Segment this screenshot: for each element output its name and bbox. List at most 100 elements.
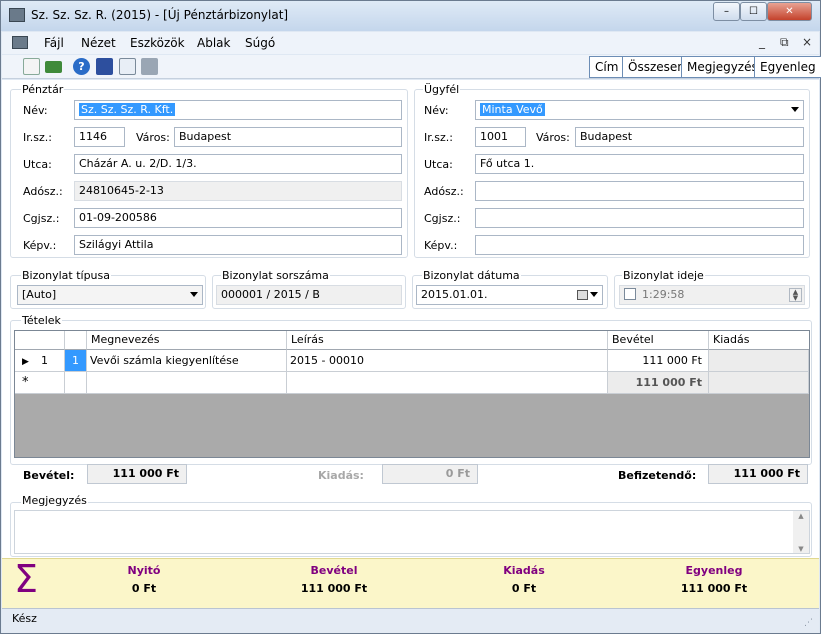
- grid-header-leiras[interactable]: Leírás: [287, 331, 608, 350]
- window-title: Sz. Sz. Sz. R. (2015) - [Új Pénztárbizon…: [31, 8, 289, 22]
- ugyfel-nev-combo[interactable]: Minta Vevő: [475, 100, 804, 120]
- save-icon[interactable]: [96, 58, 113, 75]
- chevron-down-icon[interactable]: [791, 107, 799, 112]
- minimize-button[interactable]: –: [713, 2, 740, 21]
- chevron-down-icon[interactable]: [590, 292, 598, 297]
- bizonylat-ido-field: 1:29:58 ▲ ▼: [619, 285, 805, 305]
- penztar-utca-label: Utca:: [23, 158, 52, 171]
- menu-fajl[interactable]: Fájl: [44, 36, 64, 50]
- mdi-minimize-button[interactable]: _: [759, 35, 765, 49]
- cell-leiras[interactable]: 2015 - 00010: [287, 350, 608, 372]
- grid-header-bevetel[interactable]: Bevétel: [608, 331, 709, 350]
- bizonylat-tipus-combo[interactable]: [Auto]: [17, 285, 203, 305]
- bizonylat-datum-field[interactable]: 2015.01.01.: [416, 285, 603, 305]
- menu-nezet[interactable]: Nézet: [81, 36, 116, 50]
- time-spinner[interactable]: ▲ ▼: [789, 288, 802, 302]
- menu-eszkozok[interactable]: Eszközök: [130, 36, 185, 50]
- megjegyzes-label: Megjegyzés: [21, 494, 88, 507]
- ugyfel-adosz-label: Adósz.:: [424, 185, 464, 198]
- app-window: Sz. Sz. Sz. R. (2015) - [Új Pénztárbizon…: [0, 0, 821, 634]
- bizonylat-ido-value: 1:29:58: [642, 288, 685, 301]
- penztar-cgjsz-field[interactable]: 01-09-200586: [74, 208, 402, 228]
- tetelek-grid: Megnevezés Leírás Bevétel Kiadás ▶ 1 1 Ve…: [14, 330, 810, 458]
- total-kiadas-cell: [709, 372, 809, 394]
- footer-egyenleg-value: 111 000 Ft: [680, 582, 748, 595]
- mdi-close-button[interactable]: ×: [802, 35, 812, 49]
- menu-bar: Fájl Nézet Eszközök Ablak Súgó _ ⧉ ×: [2, 32, 819, 54]
- ugyfel-kepv-field[interactable]: [475, 235, 804, 255]
- row-index-cell[interactable]: 1: [65, 350, 87, 372]
- penztar-kepv-field[interactable]: Szilágyi Attila: [74, 235, 402, 255]
- status-text: Kész: [12, 612, 37, 625]
- cell-megnevezes[interactable]: Vevői számla kiegyenlítése: [87, 350, 287, 372]
- bizonylat-sorszam-field: 000001 / 2015 / B: [216, 285, 402, 305]
- ugyfel-irsz-label: Ir.sz.:: [424, 131, 453, 144]
- new-row-index-cell[interactable]: [65, 372, 87, 394]
- bizonylat-tipus-label: Bizonylat típusa: [21, 269, 111, 282]
- bizonylat-datum-value: 2015.01.01.: [421, 288, 488, 301]
- bizonylat-tipus-value: [Auto]: [22, 288, 57, 301]
- megjegyzes-textarea[interactable]: [14, 510, 810, 554]
- mdi-child-icon[interactable]: [12, 36, 28, 49]
- new-document-icon[interactable]: [23, 58, 40, 75]
- new-row-marker[interactable]: *: [15, 372, 65, 394]
- maximize-button[interactable]: ☐: [740, 2, 767, 21]
- table-row[interactable]: ▶ 1: [15, 350, 65, 372]
- ugyfel-utca-label: Utca:: [424, 158, 453, 171]
- print-preview-icon[interactable]: [119, 58, 136, 75]
- ugyfel-cgjsz-field[interactable]: [475, 208, 804, 228]
- mdi-restore-button[interactable]: ⧉: [780, 35, 789, 50]
- new-cell-megnevezes[interactable]: [87, 372, 287, 394]
- toolbar-cim-button[interactable]: Cím: [589, 56, 625, 78]
- menu-ablak[interactable]: Ablak: [197, 36, 230, 50]
- totals-bevetel-label: Bevétel:: [23, 469, 75, 482]
- footer-kiadas-value: 0 Ft: [511, 582, 537, 595]
- grid-header-kiadas[interactable]: Kiadás: [709, 331, 809, 350]
- penztar-irsz-label: Ir.sz.:: [23, 131, 52, 144]
- ugyfel-adosz-field[interactable]: [475, 181, 804, 201]
- penztar-irsz-field[interactable]: 1146: [74, 127, 125, 147]
- help-icon[interactable]: ?: [73, 58, 90, 75]
- close-button[interactable]: ✕: [767, 2, 812, 21]
- ugyfel-nev-value: Minta Vevő: [480, 103, 545, 116]
- penztar-varos-field[interactable]: Budapest: [174, 127, 402, 147]
- cell-kiadas[interactable]: [709, 350, 809, 372]
- penztar-nev-label: Név:: [23, 104, 48, 117]
- ugyfel-nev-label: Név:: [424, 104, 449, 117]
- footer-nyito-label: Nyitó: [127, 564, 161, 577]
- penztar-nev-field[interactable]: Sz. Sz. Sz. R. Kft.: [74, 100, 402, 120]
- ugyfel-utca-field[interactable]: Fő utca 1.: [475, 154, 804, 174]
- penztar-cgjsz-label: Cgjsz.:: [23, 212, 60, 225]
- toolbar-megjegyzes-button[interactable]: Megjegyzés: [681, 56, 764, 78]
- toolbar: ? Cím Összesen Megjegyzés Egyenleg: [2, 55, 821, 79]
- cash-register-icon: [9, 8, 25, 22]
- totals-kiadas-label: Kiadás:: [318, 469, 364, 482]
- megjegyzes-scrollbar[interactable]: ▲ ▼: [793, 511, 809, 553]
- bizonylat-sorszam-label: Bizonylat sorszáma: [221, 269, 330, 282]
- print-icon[interactable]: [141, 58, 158, 75]
- form-area: Pénztár Név: Sz. Sz. Sz. R. Kft. Ir.sz.:…: [2, 80, 819, 608]
- resize-grip-icon[interactable]: ⋰: [804, 613, 813, 633]
- bizonylat-ido-label: Bizonylat ideje: [622, 269, 705, 282]
- penztar-group-label: Pénztár: [21, 83, 65, 96]
- footer-nyito-value: 0 Ft: [131, 582, 157, 595]
- penztar-utca-field[interactable]: Cházár A. u. 2/D. 1/3.: [74, 154, 402, 174]
- chevron-down-icon[interactable]: [190, 292, 198, 297]
- totals-bevetel-value: 111 000 Ft: [87, 464, 187, 484]
- grid-header-megnevezes[interactable]: Megnevezés: [87, 331, 287, 350]
- penztar-varos-label: Város:: [136, 131, 170, 144]
- toolbar-egyenleg-button[interactable]: Egyenleg: [754, 56, 821, 78]
- menu-sugo[interactable]: Súgó: [245, 36, 275, 50]
- calendar-icon[interactable]: [577, 290, 588, 300]
- ugyfel-cgjsz-label: Cgjsz.:: [424, 212, 461, 225]
- ido-checkbox[interactable]: [624, 288, 636, 300]
- cell-bevetel[interactable]: 111 000 Ft: [608, 350, 709, 372]
- ugyfel-kepv-label: Képv.:: [424, 239, 458, 252]
- sigma-icon: Σ: [14, 557, 39, 601]
- new-cell-leiras[interactable]: [287, 372, 608, 394]
- ugyfel-group-label: Ügyfél: [423, 83, 461, 96]
- ugyfel-irsz-field[interactable]: 1001: [475, 127, 526, 147]
- money-icon[interactable]: [45, 61, 62, 73]
- total-bevetel-cell: 111 000 Ft: [608, 372, 709, 394]
- ugyfel-varos-field[interactable]: Budapest: [575, 127, 804, 147]
